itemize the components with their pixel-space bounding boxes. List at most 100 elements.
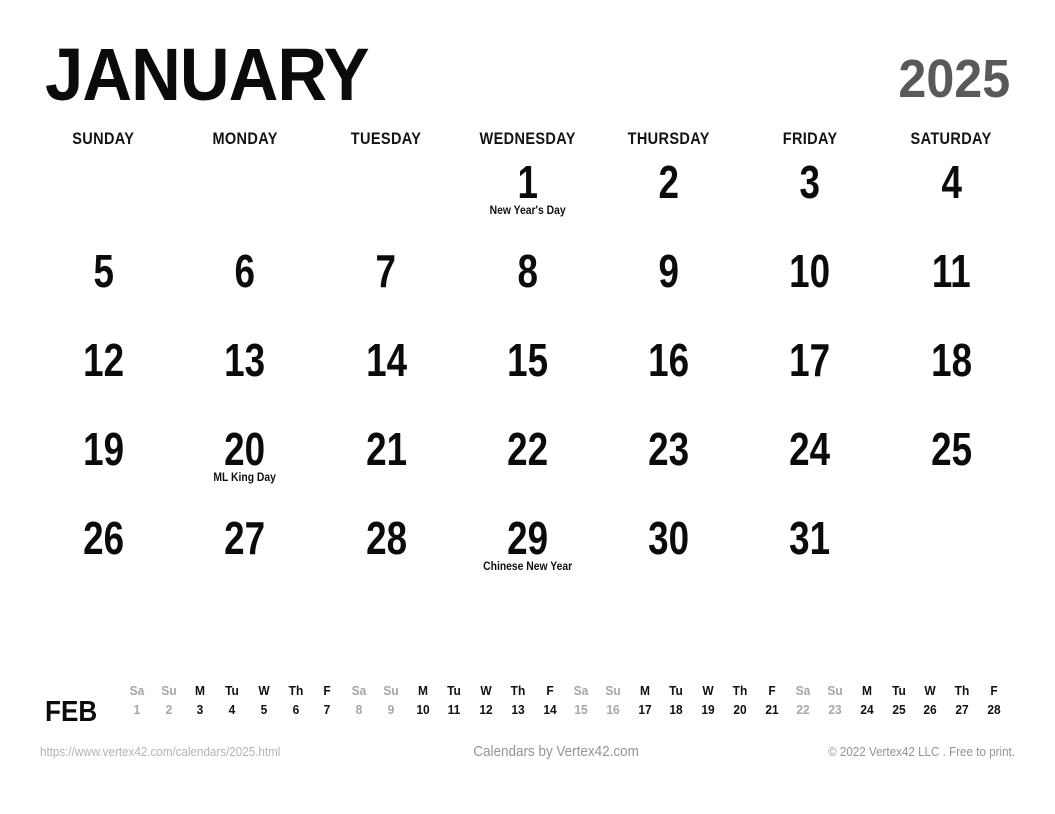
day-number: 17	[789, 334, 831, 386]
day-cell[interactable]: 5	[33, 245, 174, 334]
day-cell[interactable]: 7	[316, 245, 457, 334]
day-cell[interactable]: 9	[598, 245, 739, 334]
day-number: 10	[789, 245, 831, 297]
weekday-label-thursday: THURSDAY	[627, 130, 710, 148]
day-number: 21	[365, 423, 407, 475]
day-cell[interactable]: 26	[33, 512, 174, 601]
day-cell[interactable]: 6	[174, 245, 315, 334]
day-number: 19	[83, 423, 125, 475]
day-cell[interactable]: 4	[881, 156, 1022, 245]
mini-month-strip: FEB Sa 1 Su 2 M 3 Tu 4 W 5 Th 6 F 7 Sa 8 Su 9 M 10 Tu 11 W 12 Th…	[45, 684, 1010, 727]
mini-day-cell: Su 2	[159, 684, 179, 716]
day-number: 7	[375, 245, 397, 297]
day-number: 4	[941, 156, 962, 208]
day-cell[interactable]: 31	[739, 512, 880, 601]
day-cell[interactable]: 8	[457, 245, 598, 334]
source-url[interactable]: https://www.vertex42.com/calendars/2025.…	[40, 745, 280, 759]
mini-day-number: 23	[828, 702, 842, 717]
mini-day-cell: Sa 1	[127, 684, 147, 716]
day-cell[interactable]: 1 New Year's Day	[457, 156, 598, 245]
day-cell[interactable]: 28	[316, 512, 457, 601]
day-cell[interactable]: 10	[739, 245, 880, 334]
day-cell[interactable]: 18	[881, 334, 1022, 423]
mini-day-number: 2	[165, 702, 173, 717]
mini-day-number: 6	[292, 702, 299, 717]
mini-day-weekday: M	[639, 683, 650, 698]
weekday-header-cell: FRIDAY	[739, 130, 880, 156]
day-cell[interactable]: 27	[174, 512, 315, 601]
calendar-grid: SUNDAY MONDAY TUESDAY WEDNESDAY THURSDAY…	[33, 130, 1022, 601]
day-number: 11	[931, 245, 971, 297]
day-number: 22	[507, 423, 548, 475]
weekday-label-tuesday: TUESDAY	[350, 130, 422, 148]
day-cell[interactable]: 16	[598, 334, 739, 423]
day-cell[interactable]: 15	[457, 334, 598, 423]
weekday-header-cell: SUNDAY	[33, 130, 174, 156]
mini-day-number: 4	[228, 702, 236, 717]
mini-day-cell: Sa 22	[793, 684, 813, 716]
day-cell[interactable]: 21	[316, 423, 457, 512]
day-cell[interactable]	[316, 156, 457, 245]
mini-day-cell: W5	[254, 684, 274, 716]
mini-day-number: 22	[796, 702, 811, 717]
day-cell[interactable]: 2	[598, 156, 739, 245]
mini-day-cell: Tu 25	[889, 684, 909, 716]
day-cell[interactable]: 25	[881, 423, 1022, 512]
day-cell[interactable]: 24	[739, 423, 880, 512]
mini-day-number: 12	[479, 702, 493, 717]
day-cell[interactable]: 12	[33, 334, 174, 423]
mini-day-number: 8	[355, 702, 363, 717]
day-cell[interactable]: 30	[598, 512, 739, 601]
mini-day-cell: Th 20	[730, 684, 750, 716]
mini-day-weekday: Sa	[573, 683, 589, 698]
day-cell[interactable]: 29 Chinese New Year	[457, 512, 598, 601]
day-cell[interactable]: 13	[174, 334, 315, 423]
mini-day-cell: F7	[317, 684, 337, 716]
day-cell[interactable]: 22	[457, 423, 598, 512]
mini-day-weekday: Tu	[891, 683, 906, 698]
mini-day-cell: Tu 4	[222, 684, 242, 716]
mini-day-cell: M3	[190, 684, 210, 716]
calendar-week-row: 12 13 14 15 16 17 18	[33, 334, 1022, 423]
mini-day-weekday: F	[545, 683, 554, 698]
mini-day-number: 16	[606, 702, 620, 717]
mini-day-number: 18	[669, 702, 684, 717]
weekday-label-monday: MONDAY	[212, 130, 278, 148]
mini-day-number: 28	[987, 702, 1001, 717]
day-number: 24	[789, 423, 831, 475]
mini-day-number: 24	[860, 702, 874, 717]
day-cell[interactable]: 20 ML King Day	[174, 423, 315, 512]
mini-day-cell: Su 16	[603, 684, 623, 716]
mini-day-number: 20	[733, 702, 747, 717]
mini-day-weekday: Sa	[796, 683, 811, 698]
mini-day-number: 13	[511, 702, 525, 717]
day-cell[interactable]	[881, 512, 1022, 601]
mini-month-label: FEB	[45, 696, 98, 728]
mini-day-weekday: Su	[161, 683, 177, 698]
mini-day-weekday: Tu	[669, 683, 684, 698]
day-cell[interactable]: 17	[739, 334, 880, 423]
day-cell[interactable]: 14	[316, 334, 457, 423]
year-label: 2025	[898, 49, 1010, 109]
day-cell[interactable]	[174, 156, 315, 245]
mini-day-weekday: Sa	[129, 683, 145, 698]
day-number: 28	[365, 512, 407, 564]
mini-day-number: 15	[574, 702, 588, 717]
day-cell[interactable]	[33, 156, 174, 245]
calendar-header: JANUARY 2025	[45, 24, 1010, 111]
calendar-week-row: 19 20 ML King Day 21 22 23 24 25	[33, 423, 1022, 512]
calendar-page: JANUARY 2025 SUNDAY MONDAY TUESDAY WEDNE…	[0, 0, 1055, 814]
mini-day-weekday: W	[924, 683, 937, 698]
day-cell[interactable]: 11	[881, 245, 1022, 334]
mini-day-cell: W 12	[476, 684, 496, 716]
mini-day-weekday: M	[861, 683, 872, 698]
day-number: 12	[83, 334, 125, 386]
weekday-label-friday: FRIDAY	[782, 130, 838, 148]
mini-day-number: 5	[260, 702, 268, 717]
day-cell[interactable]: 19	[33, 423, 174, 512]
day-cell[interactable]: 23	[598, 423, 739, 512]
day-cell[interactable]: 3	[739, 156, 880, 245]
mini-day-number: 14	[542, 702, 557, 717]
mini-day-weekday: F	[768, 683, 776, 698]
mini-day-cell: Tu 18	[666, 684, 686, 716]
